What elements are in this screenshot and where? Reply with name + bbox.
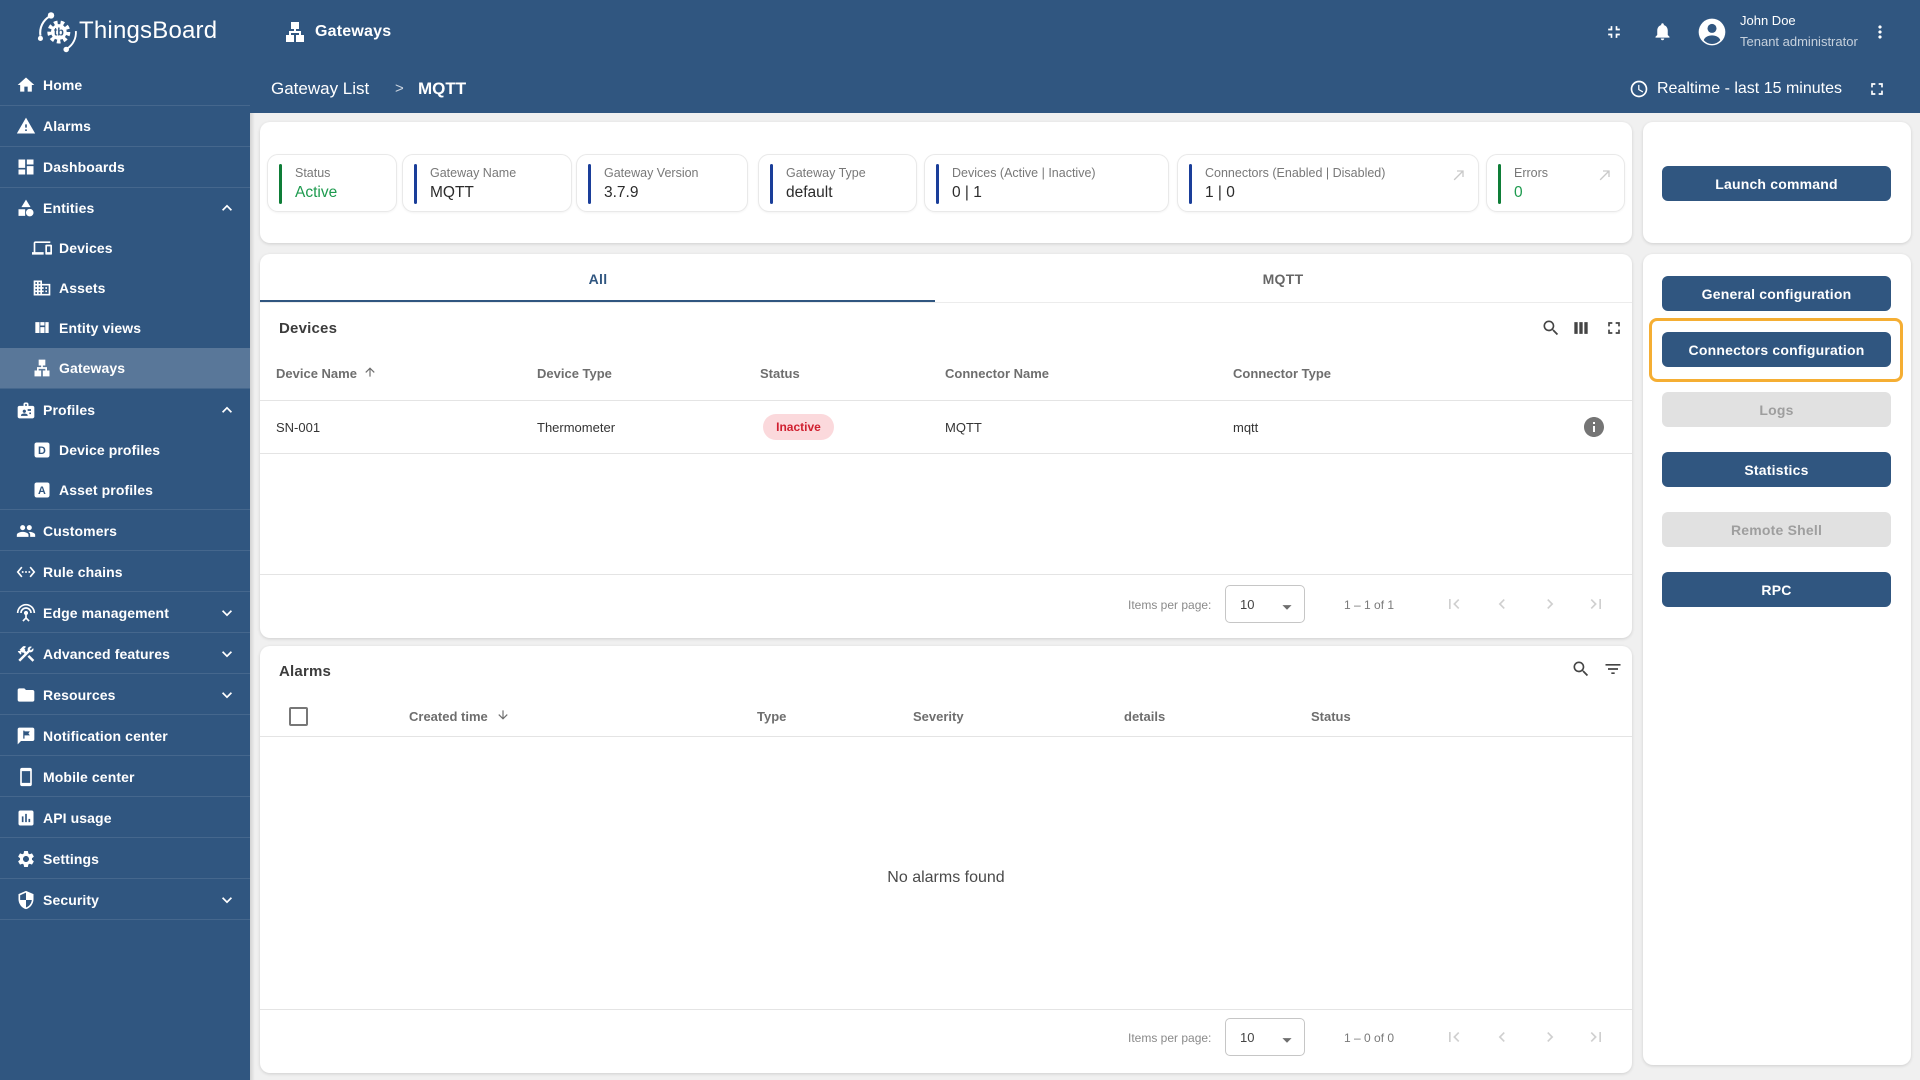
svg-text:A: A	[38, 485, 46, 497]
svg-text:D: D	[38, 445, 46, 457]
svg-text:tb: tb	[54, 27, 65, 39]
